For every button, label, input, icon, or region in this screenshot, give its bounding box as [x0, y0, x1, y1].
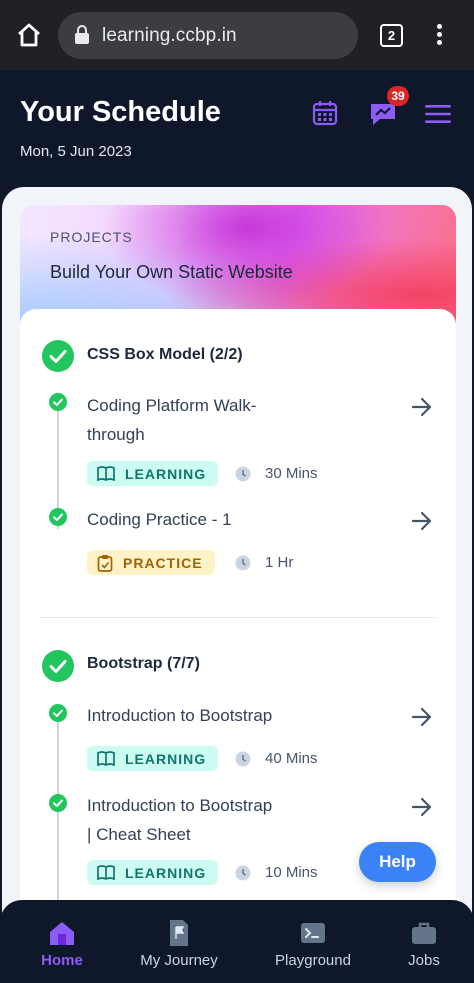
book-icon	[97, 751, 115, 766]
browser-bar: learning.ccbp.in 2	[0, 0, 474, 70]
url-text: learning.ccbp.in	[102, 25, 237, 46]
arrow-right-icon[interactable]	[411, 707, 433, 727]
book-icon	[97, 466, 115, 481]
project-title: Build Your Own Static Website	[50, 262, 293, 282]
duration-text: 10 Mins	[265, 864, 318, 881]
item-title[interactable]: Coding Practice - 1	[87, 505, 232, 534]
nav-home[interactable]: Home	[32, 900, 92, 983]
arrow-right-icon[interactable]	[411, 397, 433, 417]
more-vert-icon[interactable]	[434, 24, 444, 48]
notification-badge: 39	[387, 86, 409, 106]
item-title[interactable]: Introduction to Bootstrap	[87, 701, 272, 730]
item-complete-icon	[49, 393, 67, 411]
section-title: CSS Box Model (2/2)	[87, 346, 243, 363]
learning-tag: LEARNING	[87, 746, 219, 771]
book-icon	[97, 865, 115, 880]
section-divider	[40, 617, 436, 618]
page-title: Your Schedule	[20, 96, 221, 128]
practice-tag: PRACTICE	[87, 550, 215, 575]
item-complete-icon	[49, 704, 67, 722]
clock-icon	[235, 555, 251, 571]
section-complete-icon	[42, 340, 74, 372]
clock-icon	[235, 865, 251, 881]
section-title: Bootstrap (7/7)	[87, 655, 200, 672]
duration-text: 30 Mins	[265, 465, 318, 482]
terminal-icon	[301, 923, 325, 943]
tab-count: 2	[387, 28, 396, 43]
nav-my-journey[interactable]: My Journey	[132, 900, 226, 983]
page-date: Mon, 5 Jun 2023	[20, 143, 132, 160]
help-button[interactable]: Help	[359, 842, 436, 882]
arrow-right-icon[interactable]	[411, 797, 433, 817]
nav-playground[interactable]: Playground	[268, 900, 358, 983]
duration-text: 1 Hr	[265, 554, 294, 571]
briefcase-icon	[412, 922, 436, 944]
clock-icon	[235, 466, 251, 482]
bottom-nav: Home My Journey Playground Jobs	[0, 900, 474, 983]
clock-icon	[235, 751, 251, 767]
item-complete-icon	[49, 794, 67, 812]
address-bar[interactable]: learning.ccbp.in	[58, 12, 358, 59]
header: Your Schedule Mon, 5 Jun 2023 39	[0, 70, 474, 190]
calendar-icon[interactable]	[312, 100, 338, 126]
arrow-right-icon[interactable]	[411, 511, 433, 531]
duration-text: 40 Mins	[265, 750, 318, 767]
lock-icon	[75, 25, 89, 44]
home-icon	[50, 922, 74, 945]
item-title[interactable]: Coding Platform Walk- through	[87, 391, 256, 449]
home-icon[interactable]	[14, 20, 44, 50]
menu-icon[interactable]	[425, 104, 451, 124]
flag-icon	[170, 920, 188, 946]
section-complete-icon	[42, 650, 74, 682]
item-complete-icon	[49, 508, 67, 526]
item-title[interactable]: Introduction to Bootstrap | Cheat Sheet	[87, 791, 272, 849]
learning-tag: LEARNING	[87, 860, 219, 885]
nav-jobs[interactable]: Jobs	[396, 900, 452, 983]
tabs-icon[interactable]: 2	[380, 24, 403, 47]
project-label: PROJECTS	[50, 229, 133, 245]
learning-tag: LEARNING	[87, 461, 219, 486]
clipboard-icon	[97, 554, 113, 572]
